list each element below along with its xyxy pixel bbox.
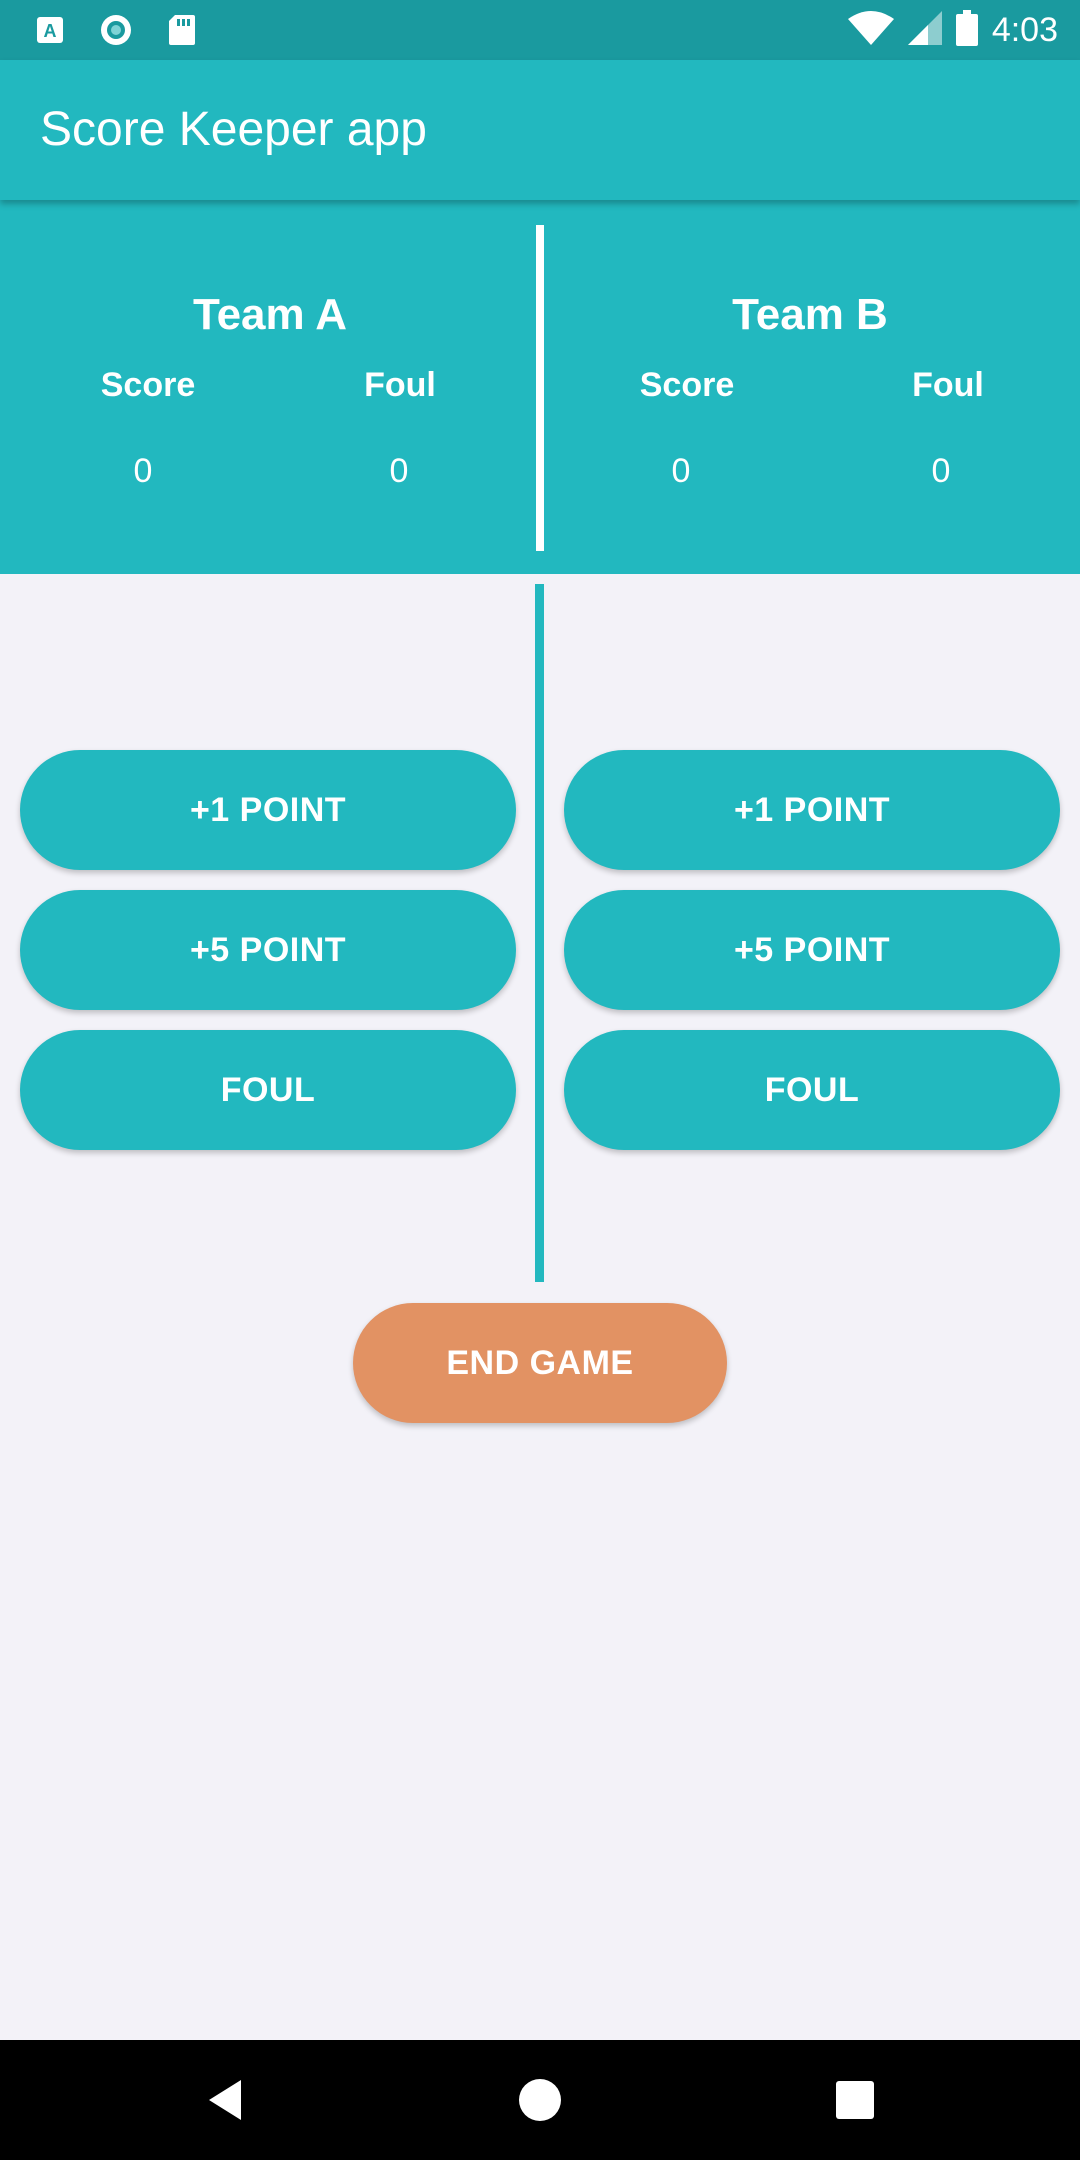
team-b-panel: Team B Score Foul 0 0 bbox=[540, 200, 1080, 574]
buttons-divider bbox=[535, 584, 544, 1282]
app-bar: Score Keeper app bbox=[0, 60, 1080, 200]
battery-icon bbox=[955, 9, 978, 51]
app-title: Score Keeper app bbox=[40, 103, 427, 156]
wifi-icon bbox=[847, 10, 894, 50]
team-a-name: Team A bbox=[192, 290, 348, 339]
team-a-foul-label: Foul bbox=[364, 366, 436, 404]
team-a-score-value: 0 bbox=[133, 452, 153, 490]
font-a-icon: A bbox=[30, 10, 70, 50]
end-game-button[interactable]: END GAME bbox=[353, 1303, 727, 1423]
team-b-foul-label: Foul bbox=[912, 366, 984, 404]
team-b-name: Team B bbox=[732, 290, 888, 339]
team-b-score-value: 0 bbox=[671, 452, 691, 490]
team-a-plus-one-button[interactable]: +1 POINT bbox=[20, 750, 516, 870]
team-a-foul-value: 0 bbox=[389, 452, 409, 490]
status-time: 4:03 bbox=[991, 10, 1058, 49]
score-divider bbox=[536, 225, 544, 551]
status-bar-right: 4:03 bbox=[847, 0, 1058, 60]
navigation-bar bbox=[0, 2040, 1080, 2160]
sync-circle-icon bbox=[96, 10, 136, 50]
team-b-foul-button[interactable]: FOUL bbox=[564, 1030, 1060, 1150]
svg-text:A: A bbox=[44, 21, 57, 41]
team-b-foul-value: 0 bbox=[931, 452, 951, 490]
team-a-plus-five-button[interactable]: +5 POINT bbox=[20, 890, 516, 1010]
cell-signal-icon bbox=[907, 10, 942, 50]
sd-card-icon bbox=[162, 10, 202, 50]
team-a-panel: Team A Score Foul 0 0 bbox=[0, 200, 540, 574]
back-icon[interactable] bbox=[165, 2040, 285, 2160]
status-bar: A 4:03 bbox=[0, 0, 1080, 60]
team-b-score-label: Score bbox=[639, 366, 735, 404]
team-a-foul-button[interactable]: FOUL bbox=[20, 1030, 516, 1150]
status-bar-left: A bbox=[30, 10, 202, 50]
recents-icon[interactable] bbox=[795, 2040, 915, 2160]
team-b-plus-one-button[interactable]: +1 POINT bbox=[564, 750, 1060, 870]
team-a-score-label: Score bbox=[100, 366, 196, 404]
team-b-plus-five-button[interactable]: +5 POINT bbox=[564, 890, 1060, 1010]
home-icon[interactable] bbox=[480, 2040, 600, 2160]
